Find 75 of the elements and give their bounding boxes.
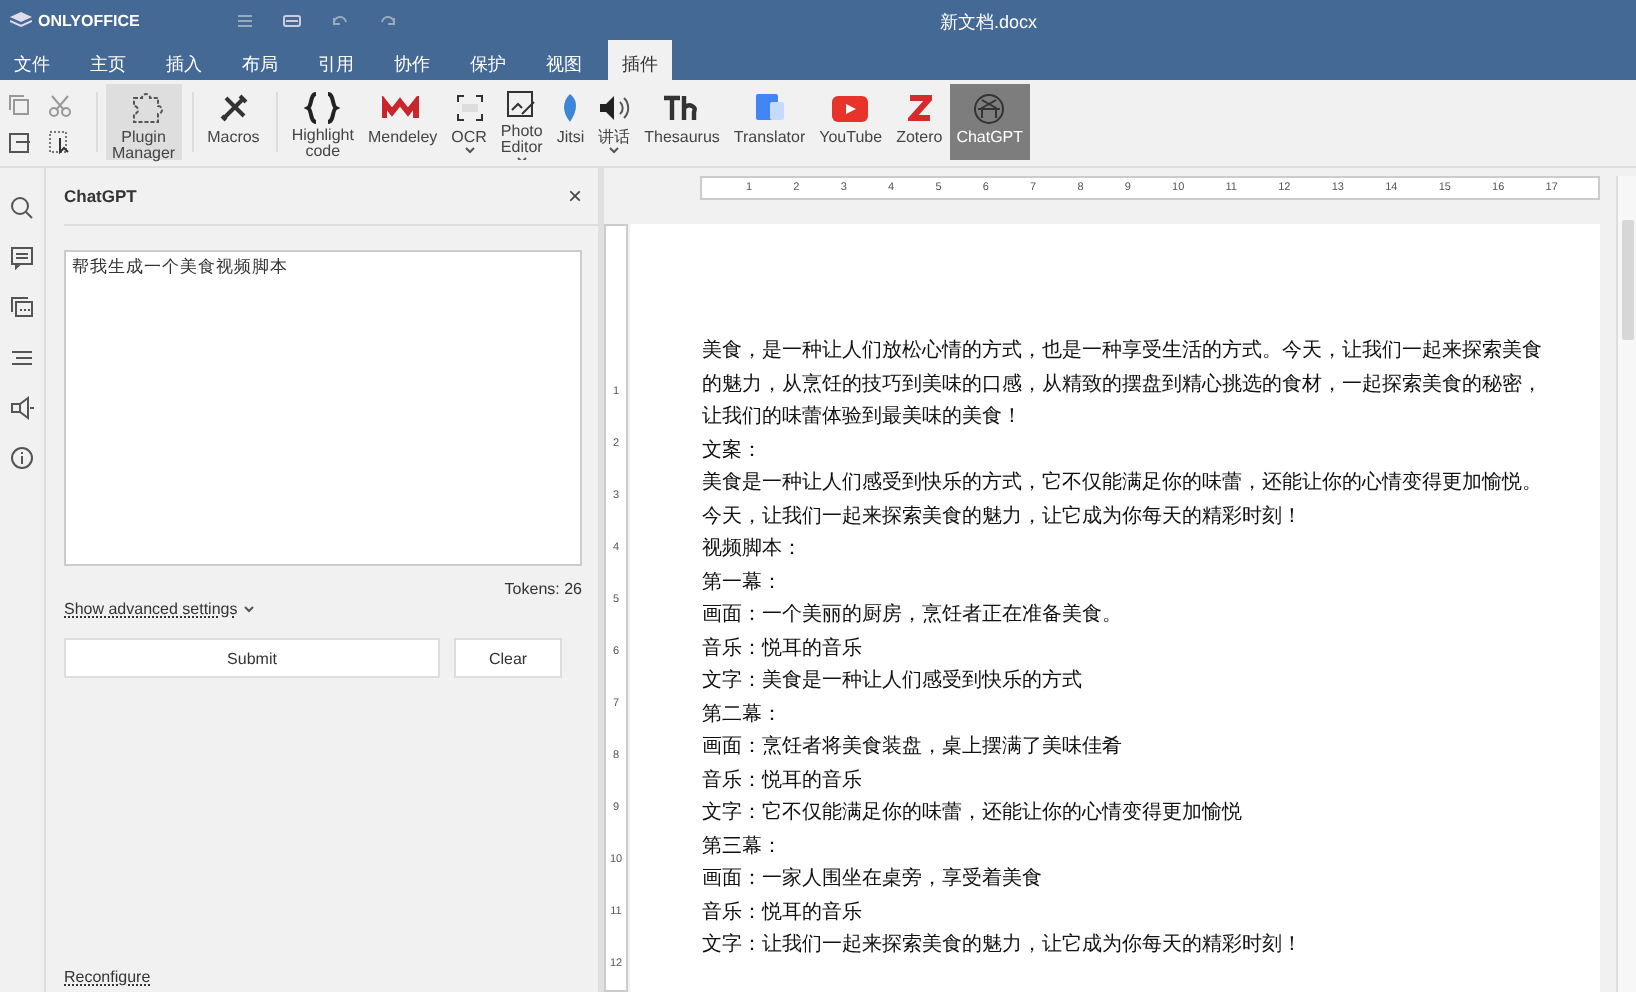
toolbar-button[interactable]: Highlight code — [285, 84, 360, 160]
toolbar-button[interactable]: Thesaurus — [638, 84, 726, 160]
toolbar-button[interactable]: Mendeley — [361, 84, 444, 160]
app-name: ONLYOFFICE — [38, 11, 140, 29]
print-icon[interactable] — [281, 11, 302, 29]
toolbar-button[interactable]: 讲话 — [592, 84, 637, 160]
caret-icon — [515, 156, 528, 160]
picture-icon — [506, 90, 537, 120]
scrollbar-thumb[interactable] — [1621, 220, 1633, 340]
document-paragraph: 视频脚本： — [702, 535, 804, 564]
toolbar-button[interactable]: Jitsi — [550, 84, 591, 160]
chat-icon[interactable] — [10, 296, 34, 320]
select-icon[interactable] — [48, 130, 72, 154]
document-paragraph: 美食是一种让人们感受到快乐的方式，它不仅能满足你的味蕾，还能让你的心情变得更加愉悦。今天，让我们一起来探索美食的魅力，让它成为你每天的精彩时刻！ — [702, 469, 1544, 531]
caret-icon — [463, 146, 476, 154]
logo-icon — [10, 11, 32, 29]
prompt-field[interactable]: 帮我生成一个美食视频脚本 — [64, 250, 582, 566]
document-paragraph: 画面：一个美丽的厨房，烹饪者正在准备美食。 — [702, 601, 1124, 630]
token-count: Tokens: 26 — [502, 580, 582, 598]
document-paragraph: 音乐：悦耳的音乐 — [702, 635, 864, 663]
menu-tab[interactable]: 引用 — [304, 40, 368, 80]
panel-title: ChatGPT — [64, 186, 137, 206]
clear-button[interactable]: Clear — [454, 638, 562, 678]
document-paragraph: 文字：美食是一种让人们感受到快乐的方式 — [702, 667, 1084, 696]
headings-icon[interactable] — [10, 346, 34, 370]
menu-tab[interactable]: 布局 — [228, 40, 292, 80]
logo-icon — [972, 91, 1007, 125]
menu-tab[interactable]: 视图 — [532, 40, 596, 80]
caret-icon — [243, 605, 254, 613]
document-paragraph: 画面：烹饪者将美食装盘，桌上摆满了美味佳肴 — [702, 733, 1124, 762]
menu-tab[interactable]: 保护 — [456, 40, 520, 80]
document-paragraph: 第二幕： — [702, 701, 784, 729]
toolbar-button[interactable]: OCR — [445, 84, 493, 160]
document-paragraph: 第三幕： — [702, 833, 784, 861]
toolbar-button[interactable]: Translator — [727, 84, 812, 160]
speaker-icon — [598, 94, 631, 122]
advanced-settings-link[interactable]: Show advanced settings — [64, 600, 254, 618]
document-title: 新文档.docx — [940, 10, 1038, 36]
toolbar-button[interactable]: Macros — [201, 84, 266, 160]
translate-icon — [753, 92, 786, 124]
toolbar-button[interactable]: ChatGPT — [950, 84, 1030, 160]
document-paragraph: 画面：一家人围坐在桌旁，享受着美食 — [702, 865, 1044, 894]
close-button[interactable]: × — [567, 182, 582, 210]
toolbar-button[interactable]: Zotero — [890, 84, 949, 160]
braces-icon — [304, 91, 341, 123]
document-paragraph: 文字：让我们一起来探索美食的魅力，让它成为你每天的精彩时刻！ — [702, 931, 1304, 960]
logo-icon — [382, 96, 423, 120]
document-paragraph: 文字：它不仅能满足你的味蕾，还能让你的心情变得更加愉悦 — [702, 799, 1244, 828]
search-icon[interactable] — [10, 196, 34, 220]
megaphone-icon[interactable] — [10, 396, 34, 420]
menu-tab[interactable]: 主页 — [76, 40, 140, 80]
document-paragraph: 美食，是一种让人们放松心情的方式，也是一种享受生活的方式。今天，让我们一起来探索美食的魅力，从烹饪的技巧到美味的口感，从精致的摆盘到精心挑选的食材，一起探索美食的秘密，让我们的味蕾体验到最美味的美食！ — [702, 337, 1544, 432]
letters-icon — [662, 94, 702, 122]
document-paragraph: 文案： — [702, 437, 764, 465]
scrollbar[interactable] — [1616, 176, 1636, 992]
document-paragraph: 音乐：悦耳的音乐 — [702, 899, 864, 927]
tools-icon — [217, 92, 250, 124]
info-icon[interactable] — [10, 446, 34, 470]
menu-tab[interactable]: 插件 — [608, 40, 672, 80]
comment-icon[interactable] — [10, 246, 34, 270]
reconfigure-link[interactable]: Reconfigure — [64, 968, 151, 992]
menu-tab[interactable]: 协作 — [380, 40, 444, 80]
menu-tab[interactable]: 文件 — [0, 40, 64, 80]
toolbar-button[interactable]: Plugin Manager — [106, 84, 182, 160]
submit-button[interactable]: Submit — [64, 638, 440, 678]
document-paragraph: 音乐：悦耳的音乐 — [702, 767, 864, 795]
toolbar-button[interactable]: Photo Editor — [494, 84, 549, 160]
logo-icon — [907, 94, 932, 122]
menu-tab[interactable]: 插入 — [152, 40, 216, 80]
document-paragraph: 第一幕： — [702, 569, 784, 597]
play-icon — [832, 95, 869, 121]
toolbar-button[interactable]: YouTube — [813, 84, 889, 160]
scan-icon — [455, 94, 484, 122]
caret-icon — [608, 146, 621, 154]
paste-icon[interactable] — [8, 130, 32, 154]
